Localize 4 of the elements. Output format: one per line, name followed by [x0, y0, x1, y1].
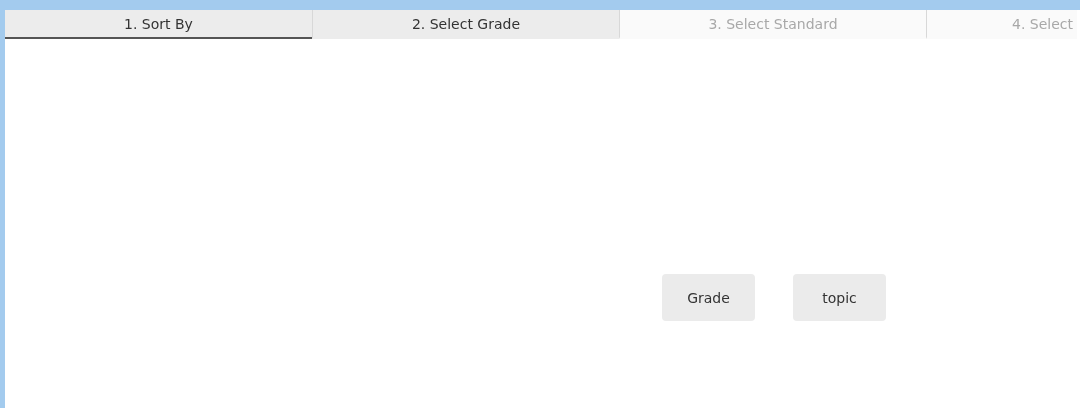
- step-tab[interactable]: 1. Sort By: [5, 10, 312, 39]
- sort-option-button[interactable]: Grade: [662, 274, 755, 321]
- sort-option-button[interactable]: topic: [793, 274, 886, 321]
- step-tab[interactable]: 2. Select Grade: [312, 10, 619, 39]
